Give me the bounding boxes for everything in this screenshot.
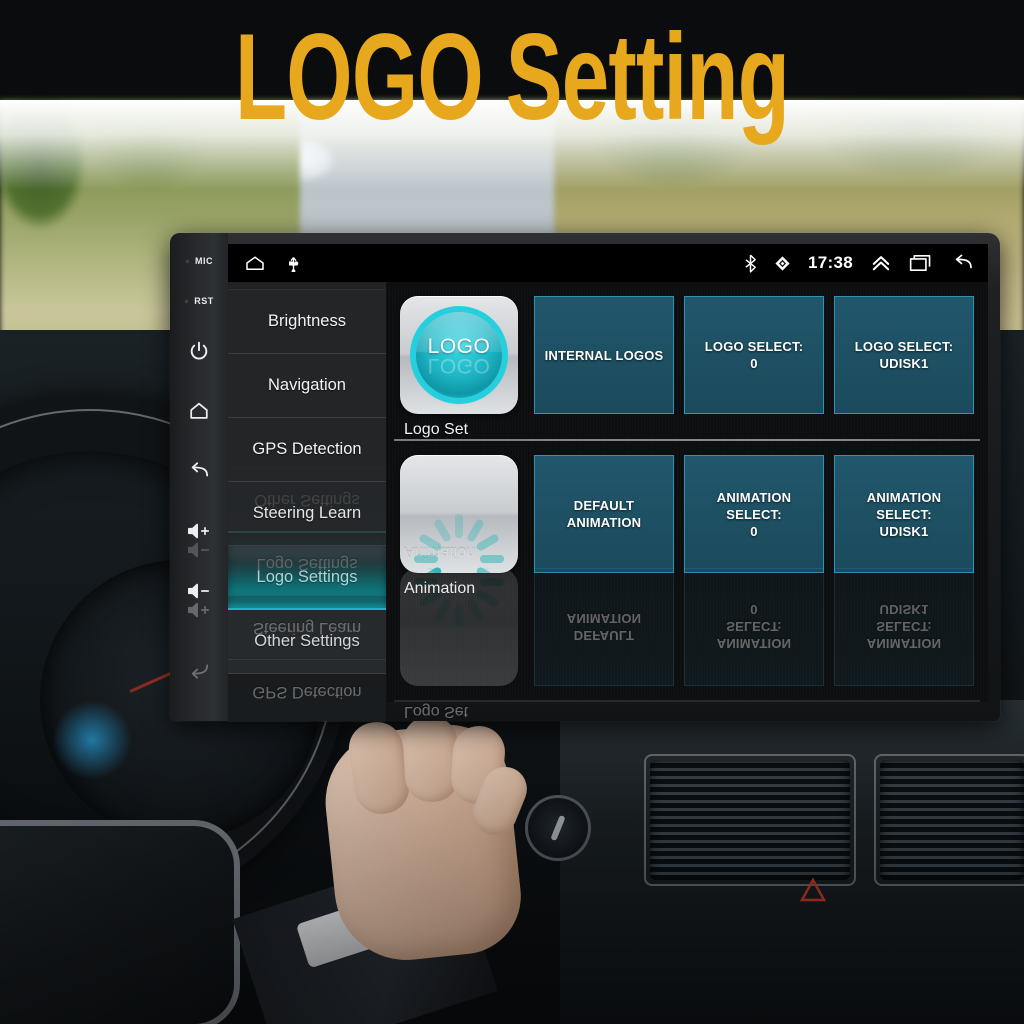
usb-icon	[288, 254, 299, 272]
sidebar-item-navigation[interactable]: Navigation	[228, 354, 386, 418]
logo-icon-text-reflection: LOGO	[427, 353, 491, 377]
power-icon	[188, 340, 210, 362]
sidebar-item-other-settings[interactable]: Other Settings	[228, 610, 386, 674]
sidebar-item-label: Other Settings	[254, 632, 360, 650]
chevron-up-icon[interactable]	[870, 254, 892, 272]
volume-down-button[interactable]	[170, 561, 228, 621]
recents-icon[interactable]	[909, 254, 933, 272]
logo-set-row: LOGO LOGO Logo Set INTERNAL LOGOS LOGO S…	[386, 282, 988, 439]
sidebar-item-label: Navigation	[268, 376, 346, 394]
sidebar-item-steering-learn[interactable]: Steering Learn	[228, 482, 386, 546]
animation-caption: Animation	[404, 580, 476, 597]
device-left-bezel: MIC RST	[170, 233, 228, 721]
sidebar-item-label: GPS Detection	[252, 440, 362, 458]
page-title: LOGO Setting	[235, 9, 790, 147]
internal-logos-button[interactable]: INTERNAL LOGOS	[534, 296, 674, 414]
home-button[interactable]	[170, 381, 228, 441]
logo-set-icon[interactable]: LOGO LOGO	[400, 296, 518, 414]
sidebar-partial-item-top[interactable]	[228, 282, 386, 290]
sidebar-item-brightness[interactable]: Brightness	[228, 290, 386, 354]
mic-dot-icon	[185, 258, 190, 264]
mic-label: MIC	[195, 256, 213, 266]
animation-select-internal-button[interactable]: ANIMATION SELECT: 0	[684, 455, 824, 573]
mic-indicator: MIC	[170, 241, 228, 281]
logo-set-app-tile[interactable]: LOGO LOGO Logo Set	[400, 296, 518, 439]
animation-buttons-group: DEFAULT ANIMATION ANIMATION SELECT: 0 ANIMA…	[518, 455, 974, 573]
logo-buttons-group: INTERNAL LOGOS LOGO SELECT: 0 LOGO SELECT…	[518, 296, 974, 414]
sidebar-item-logo-settings[interactable]: Logo Settings	[228, 546, 386, 610]
settings-sidebar: Brightness Navigation GPS Detection Stee…	[228, 282, 386, 702]
animation-row: Animation DEFAULT ANIMATION ANIMATION SELE…	[386, 441, 988, 598]
wifi-icon	[774, 255, 791, 272]
back-icon	[188, 461, 210, 481]
logo-set-caption: Logo Set	[404, 421, 469, 438]
settings-content-panel: LOGO LOGO Logo Set INTERNAL LOGOS LOGO S…	[386, 282, 988, 702]
bluetooth-icon	[744, 254, 757, 273]
statusbar-home-icon[interactable]	[244, 255, 266, 271]
animation-app-tile[interactable]: Animation	[400, 455, 518, 598]
logo-select-internal-button[interactable]: LOGO SELECT: 0	[684, 296, 824, 414]
animation-select-udisk1-button[interactable]: ANIMATION SELECT: UDISK1	[834, 455, 974, 573]
reset-indicator[interactable]: RST	[170, 281, 228, 321]
power-button[interactable]	[170, 321, 228, 381]
home-icon	[188, 400, 210, 422]
spinner-graphic	[414, 469, 504, 573]
sidebar-item-label: Steering Learn	[252, 504, 362, 522]
sidebar-item-gps-detection[interactable]: GPS Detection	[228, 418, 386, 482]
statusbar-back-icon[interactable]	[950, 254, 974, 272]
volume-down-icon	[187, 582, 211, 600]
head-unit-screen: 17:38 Brightness Navigation GPS Detectio…	[228, 244, 988, 702]
animation-spinner-icon[interactable]	[400, 455, 518, 573]
logo-circle-graphic: LOGO LOGO	[416, 312, 502, 398]
sidebar-item-label: Brightness	[268, 312, 346, 330]
sidebar-item-label: Logo Settings	[256, 567, 358, 586]
screen-body: Brightness Navigation GPS Detection Stee…	[228, 282, 988, 702]
statusbar-clock: 17:38	[808, 253, 853, 272]
volume-up-icon	[187, 522, 211, 540]
reset-dot-icon[interactable]	[184, 298, 190, 304]
status-bar: 17:38	[228, 244, 988, 282]
volume-up-button[interactable]	[170, 501, 228, 561]
reset-label: RST	[194, 296, 214, 306]
default-animation-button[interactable]: DEFAULT ANIMATION	[534, 455, 674, 573]
back-button[interactable]	[170, 441, 228, 501]
logo-select-udisk1-button[interactable]: LOGO SELECT: UDISK1	[834, 296, 974, 414]
head-unit-device: MIC RST 17:38 Brightness Navigation GPS …	[170, 233, 1000, 721]
